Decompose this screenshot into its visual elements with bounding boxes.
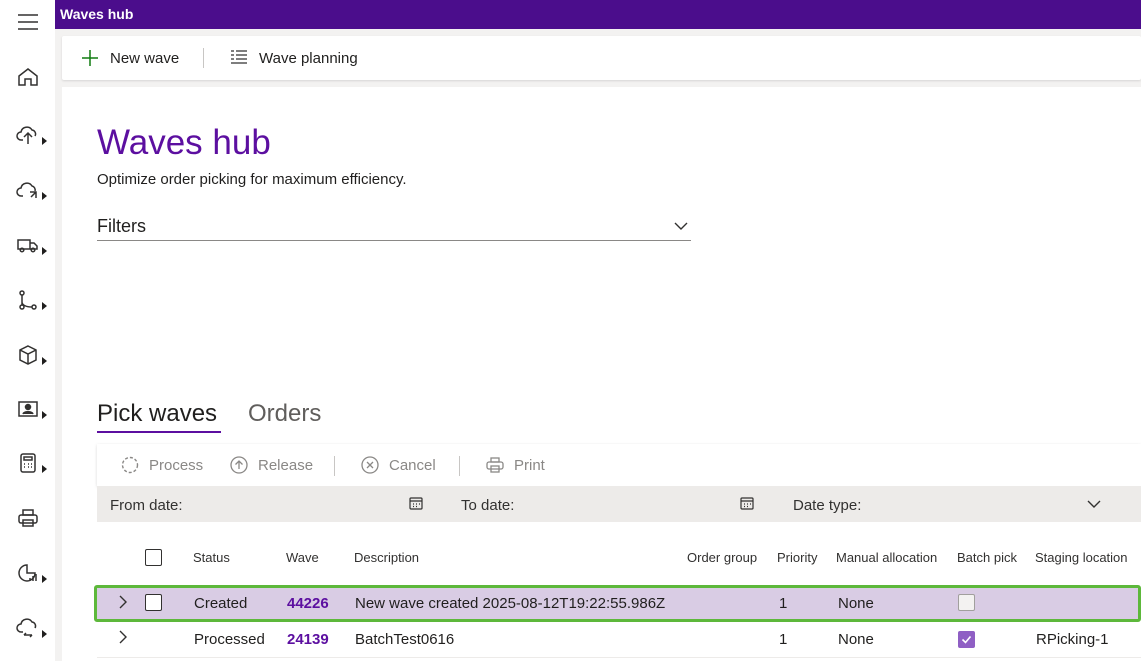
- to-date-field[interactable]: To date:: [461, 497, 514, 514]
- cancel-button[interactable]: Cancel: [360, 444, 436, 486]
- divider: [334, 456, 335, 476]
- batch-pick-checkbox: [958, 594, 975, 611]
- new-wave-label: New wave: [110, 49, 180, 67]
- tab-pick-waves[interactable]: Pick waves: [97, 400, 217, 428]
- box-icon[interactable]: [14, 339, 48, 369]
- from-date-field[interactable]: From date:: [110, 497, 183, 514]
- list-icon: [231, 50, 247, 64]
- release-label: Release: [258, 456, 314, 474]
- expand-arrow-icon: [42, 192, 47, 200]
- calendar-icon[interactable]: [408, 495, 424, 511]
- process-button[interactable]: Process: [120, 444, 203, 486]
- new-wave-button[interactable]: New wave: [80, 36, 179, 80]
- flow-icon[interactable]: [14, 284, 48, 314]
- expand-arrow-icon: [42, 357, 47, 365]
- left-nav: [0, 0, 55, 661]
- chevron-right-icon[interactable]: [116, 595, 130, 609]
- printer-icon: [486, 457, 504, 473]
- column-header-staging-location[interactable]: Staging location: [1035, 550, 1128, 565]
- status-cell: Processed: [194, 631, 265, 648]
- column-header-description[interactable]: Description: [354, 550, 419, 565]
- filters-label: Filters: [97, 216, 146, 236]
- release-button[interactable]: Release: [229, 444, 313, 486]
- priority-cell: 1: [779, 595, 788, 612]
- column-header-batch-pick[interactable]: Batch pick: [957, 550, 1017, 565]
- column-header-status[interactable]: Status: [193, 550, 230, 565]
- process-label: Process: [149, 456, 204, 474]
- column-header-priority[interactable]: Priority: [777, 550, 817, 565]
- plus-icon: [82, 50, 98, 66]
- chevron-down-icon[interactable]: [1086, 496, 1102, 512]
- checkmark-icon: [961, 635, 972, 644]
- expand-arrow-icon: [42, 137, 47, 145]
- staging-location-cell: RPicking-1: [1036, 631, 1109, 648]
- cloud-exchange-icon[interactable]: [14, 612, 48, 642]
- column-header-order-group[interactable]: Order group: [687, 550, 757, 565]
- filters-dropdown[interactable]: Filters: [97, 212, 691, 241]
- date-filter-strip: From date: To date: Date type:: [97, 486, 1141, 522]
- divider: [459, 456, 460, 476]
- app-header: Waves hub: [55, 0, 1141, 29]
- process-icon: [121, 456, 139, 474]
- manual-allocation-cell: None: [838, 631, 874, 648]
- print-label: Print: [514, 456, 545, 474]
- table-row[interactable]: Processed 24139 BatchTest0616 1 None RPi…: [97, 622, 1141, 658]
- column-header-wave[interactable]: Wave: [286, 550, 319, 565]
- calendar-icon[interactable]: [739, 495, 755, 511]
- row-checkbox[interactable]: [145, 594, 162, 611]
- wave-link[interactable]: 24139: [287, 631, 329, 648]
- expand-arrow-icon: [42, 465, 47, 473]
- cancel-label: Cancel: [389, 456, 436, 474]
- chevron-right-icon[interactable]: [116, 630, 130, 644]
- cancel-icon: [361, 456, 379, 474]
- home-icon[interactable]: [14, 61, 48, 91]
- column-header-manual-allocation[interactable]: Manual allocation: [836, 550, 937, 565]
- expand-arrow-icon: [42, 302, 47, 310]
- print-button[interactable]: Print: [485, 444, 545, 486]
- app-title: Waves hub: [60, 6, 134, 22]
- up-arrow-circle-icon: [230, 456, 248, 474]
- page-subtitle: Optimize order picking for maximum effic…: [97, 171, 407, 188]
- upload-icon[interactable]: [14, 119, 48, 149]
- chart-icon[interactable]: [14, 557, 48, 587]
- expand-arrow-icon: [42, 247, 47, 255]
- date-type-select[interactable]: Date type:: [793, 497, 861, 514]
- chevron-down-icon: [674, 222, 688, 230]
- printer-icon[interactable]: [14, 502, 48, 532]
- grid-toolbar: Process Release Cancel Print: [97, 444, 1141, 486]
- tab-orders[interactable]: Orders: [248, 400, 321, 428]
- status-cell: Created: [194, 595, 248, 612]
- priority-cell: 1: [779, 631, 788, 648]
- select-all-checkbox[interactable]: [145, 549, 162, 566]
- expand-arrow-icon: [42, 575, 47, 583]
- wave-planning-button[interactable]: Wave planning: [229, 36, 358, 80]
- expand-arrow-icon: [42, 411, 47, 419]
- description-cell: New wave created 2025-08-12T19:22:55.986…: [355, 595, 666, 612]
- cloud-sync-icon[interactable]: [14, 174, 48, 204]
- expand-arrow-icon: [42, 630, 47, 638]
- table-row[interactable]: Created 44226 New wave created 2025-08-1…: [94, 585, 1141, 622]
- hamburger-icon[interactable]: [14, 6, 48, 36]
- wave-link[interactable]: 44226: [287, 595, 329, 612]
- wave-planning-label: Wave planning: [259, 49, 358, 67]
- calculator-icon[interactable]: [14, 447, 48, 477]
- page-title: Waves hub: [97, 123, 271, 162]
- main-content: Waves hub Optimize order picking for max…: [62, 87, 1141, 661]
- truck-icon[interactable]: [14, 229, 48, 259]
- contact-card-icon[interactable]: [14, 393, 48, 423]
- divider: [203, 48, 204, 68]
- manual-allocation-cell: None: [838, 595, 874, 612]
- active-tab-indicator: [97, 431, 221, 433]
- action-bar: New wave Wave planning: [62, 36, 1141, 80]
- description-cell: BatchTest0616: [355, 631, 455, 648]
- batch-pick-checkbox: [958, 631, 975, 648]
